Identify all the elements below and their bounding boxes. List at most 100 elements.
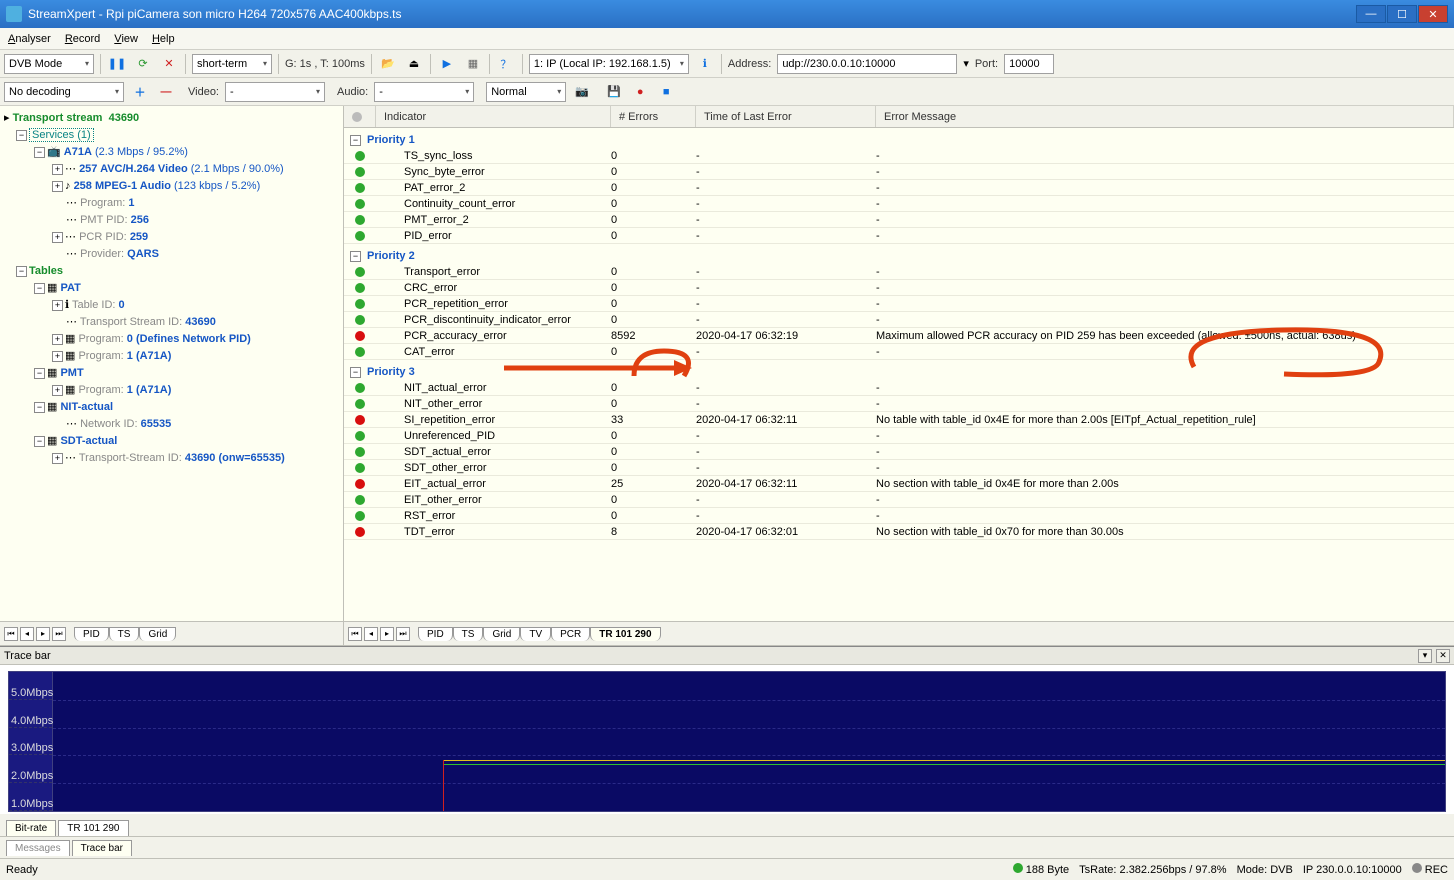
folder-open-icon[interactable]: 📂 — [378, 54, 398, 74]
error-message: No section with table_id 0x70 for more t… — [876, 526, 1454, 538]
error-row[interactable]: PAT_error_20-- — [344, 180, 1454, 196]
info-icon[interactable]: ℹ — [695, 54, 715, 74]
status-dot-icon — [355, 215, 365, 225]
rnav-first-icon[interactable]: ⏮ — [348, 627, 362, 641]
menu-record[interactable]: Record — [65, 33, 100, 45]
port-input[interactable]: 10000 — [1004, 54, 1054, 74]
addr-dropdown-icon[interactable]: ▾ — [963, 57, 969, 70]
nav-first-icon[interactable]: ⏮ — [4, 627, 18, 641]
error-row[interactable]: CRC_error0-- — [344, 280, 1454, 296]
tree-tables[interactable]: Tables — [29, 265, 63, 277]
left-tab-pid[interactable]: PID — [74, 627, 109, 641]
decoding-combo[interactable]: No decoding▾ — [4, 82, 124, 102]
source-combo[interactable]: 1: IP (Local IP: 192.168.1.5)▾ — [529, 54, 689, 74]
error-count: 33 — [611, 414, 696, 426]
error-row[interactable]: PCR_discontinuity_indicator_error0-- — [344, 312, 1454, 328]
video-combo[interactable]: -▾ — [225, 82, 325, 102]
term-combo[interactable]: short-term▾ — [192, 54, 272, 74]
error-row[interactable]: PMT_error_20-- — [344, 212, 1454, 228]
col-time[interactable]: Time of Last Error — [696, 106, 876, 127]
error-row[interactable]: CAT_error0-- — [344, 344, 1454, 360]
save-icon[interactable]: 💾 — [604, 82, 624, 102]
play-icon[interactable]: ▶ — [437, 54, 457, 74]
error-count: 0 — [611, 298, 696, 310]
mode-combo[interactable]: DVB Mode▾ — [4, 54, 94, 74]
error-message: - — [876, 266, 1454, 278]
col-errors[interactable]: # Errors — [611, 106, 696, 127]
audio-combo[interactable]: -▾ — [374, 82, 474, 102]
tree-pat[interactable]: PAT — [60, 282, 80, 294]
trace-tab-tr101290[interactable]: TR 101 290 — [58, 820, 128, 836]
tree-nit[interactable]: NIT-actual — [60, 401, 113, 413]
nav-last-icon[interactable]: ⏭ — [52, 627, 66, 641]
error-row[interactable]: Continuity_count_error0-- — [344, 196, 1454, 212]
clear-icon[interactable]: ✕ — [159, 54, 179, 74]
nav-next-icon[interactable]: ▸ — [36, 627, 50, 641]
error-row[interactable]: SDT_other_error0-- — [344, 460, 1454, 476]
error-row[interactable]: NIT_other_error0-- — [344, 396, 1454, 412]
error-message: - — [876, 230, 1454, 242]
normal-combo[interactable]: Normal▾ — [486, 82, 566, 102]
error-row[interactable]: NIT_actual_error0-- — [344, 380, 1454, 396]
pause-icon[interactable]: ❚❚ — [107, 54, 127, 74]
rnav-last-icon[interactable]: ⏭ — [396, 627, 410, 641]
trace-close-icon[interactable]: ✕ — [1436, 649, 1450, 663]
tree-pid-257[interactable]: 257 AVC/H.264 Video — [79, 163, 188, 175]
eject-icon[interactable]: ⏏ — [404, 54, 424, 74]
error-row[interactable]: PID_error0-- — [344, 228, 1454, 244]
btab-messages[interactable]: Messages — [6, 840, 70, 856]
record-icon[interactable]: ● — [630, 82, 650, 102]
col-msg[interactable]: Error Message — [876, 106, 1454, 127]
error-row[interactable]: Unreferenced_PID0-- — [344, 428, 1454, 444]
menu-help[interactable]: Help — [152, 33, 175, 45]
close-button[interactable]: ✕ — [1418, 5, 1448, 23]
right-tab-tv[interactable]: TV — [520, 627, 551, 641]
help-icon[interactable]: ？ — [496, 54, 516, 74]
tree-services[interactable]: Services (1) — [29, 128, 94, 142]
error-row[interactable]: SDT_actual_error0-- — [344, 444, 1454, 460]
indicator-name: PID_error — [376, 230, 611, 242]
menu-analyser[interactable]: Analyser — [8, 33, 51, 45]
right-tab-ts[interactable]: TS — [453, 627, 484, 641]
error-row[interactable]: TDT_error82020-04-17 06:32:01No section … — [344, 524, 1454, 540]
trace-pin-icon[interactable]: ▾ — [1418, 649, 1432, 663]
tree-sdt[interactable]: SDT-actual — [60, 435, 117, 447]
tree-service-a71a[interactable]: A71A — [64, 146, 92, 158]
right-tab-pcr[interactable]: PCR — [551, 627, 590, 641]
snapshot-icon[interactable]: 📷 — [572, 82, 592, 102]
indicator-name: CAT_error — [376, 346, 611, 358]
toolbar-secondary: No decoding▾ ＋ — Video: -▾ Audio: -▾ Nor… — [0, 78, 1454, 106]
error-row[interactable]: EIT_other_error0-- — [344, 492, 1454, 508]
right-tab-grid[interactable]: Grid — [483, 627, 520, 641]
error-row[interactable]: Transport_error0-- — [344, 264, 1454, 280]
maximize-button[interactable]: ☐ — [1387, 5, 1417, 23]
error-row[interactable]: TS_sync_loss0-- — [344, 148, 1454, 164]
right-tab-tr101290[interactable]: TR 101 290 — [590, 627, 660, 641]
col-indicator[interactable]: Indicator — [376, 106, 611, 127]
rnav-next-icon[interactable]: ▸ — [380, 627, 394, 641]
rnav-prev-icon[interactable]: ◂ — [364, 627, 378, 641]
btab-tracebar[interactable]: Trace bar — [72, 840, 132, 856]
error-row[interactable]: Sync_byte_error0-- — [344, 164, 1454, 180]
refresh-icon[interactable]: ⟳ — [133, 54, 153, 74]
error-row[interactable]: SI_repetition_error332020-04-17 06:32:11… — [344, 412, 1454, 428]
error-row[interactable]: PCR_accuracy_error85922020-04-17 06:32:1… — [344, 328, 1454, 344]
add-icon[interactable]: ＋ — [130, 82, 150, 102]
left-tab-ts[interactable]: TS — [109, 627, 140, 641]
remove-icon[interactable]: — — [156, 82, 176, 102]
trace-tab-bitrate[interactable]: Bit-rate — [6, 820, 56, 836]
error-row[interactable]: PCR_repetition_error0-- — [344, 296, 1454, 312]
right-tab-pid[interactable]: PID — [418, 627, 453, 641]
tree-pmt[interactable]: PMT — [60, 367, 83, 379]
tree-root[interactable]: ▸ Transport stream 43690 — [4, 110, 339, 127]
error-row[interactable]: EIT_actual_error252020-04-17 06:32:11No … — [344, 476, 1454, 492]
menu-view[interactable]: View — [114, 33, 138, 45]
nav-prev-icon[interactable]: ◂ — [20, 627, 34, 641]
rec-strip-icon[interactable]: ▦ — [463, 54, 483, 74]
tree-pid-258[interactable]: 258 MPEG-1 Audio — [74, 180, 171, 192]
minimize-button[interactable]: — — [1356, 5, 1386, 23]
left-tab-grid[interactable]: Grid — [139, 627, 176, 641]
stop-icon[interactable]: ■ — [656, 82, 676, 102]
address-input[interactable]: udp://230.0.0.10:10000 — [777, 54, 957, 74]
error-row[interactable]: RST_error0-- — [344, 508, 1454, 524]
